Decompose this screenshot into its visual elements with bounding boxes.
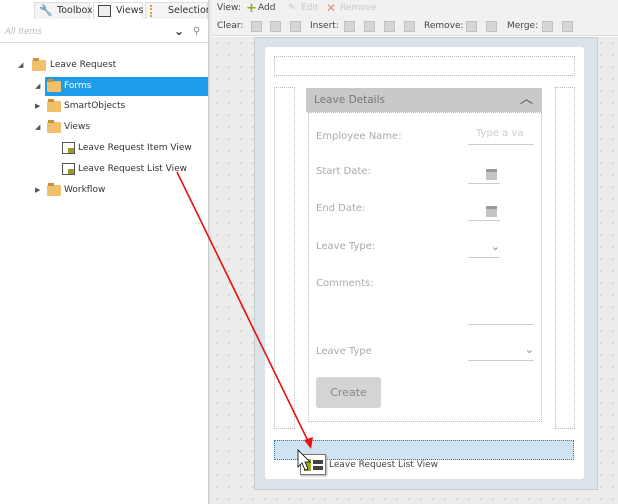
cursor-icon (297, 449, 311, 471)
drag-arrow (176, 171, 313, 471)
arrow-line (176, 171, 310, 444)
arrow-head (304, 437, 313, 449)
